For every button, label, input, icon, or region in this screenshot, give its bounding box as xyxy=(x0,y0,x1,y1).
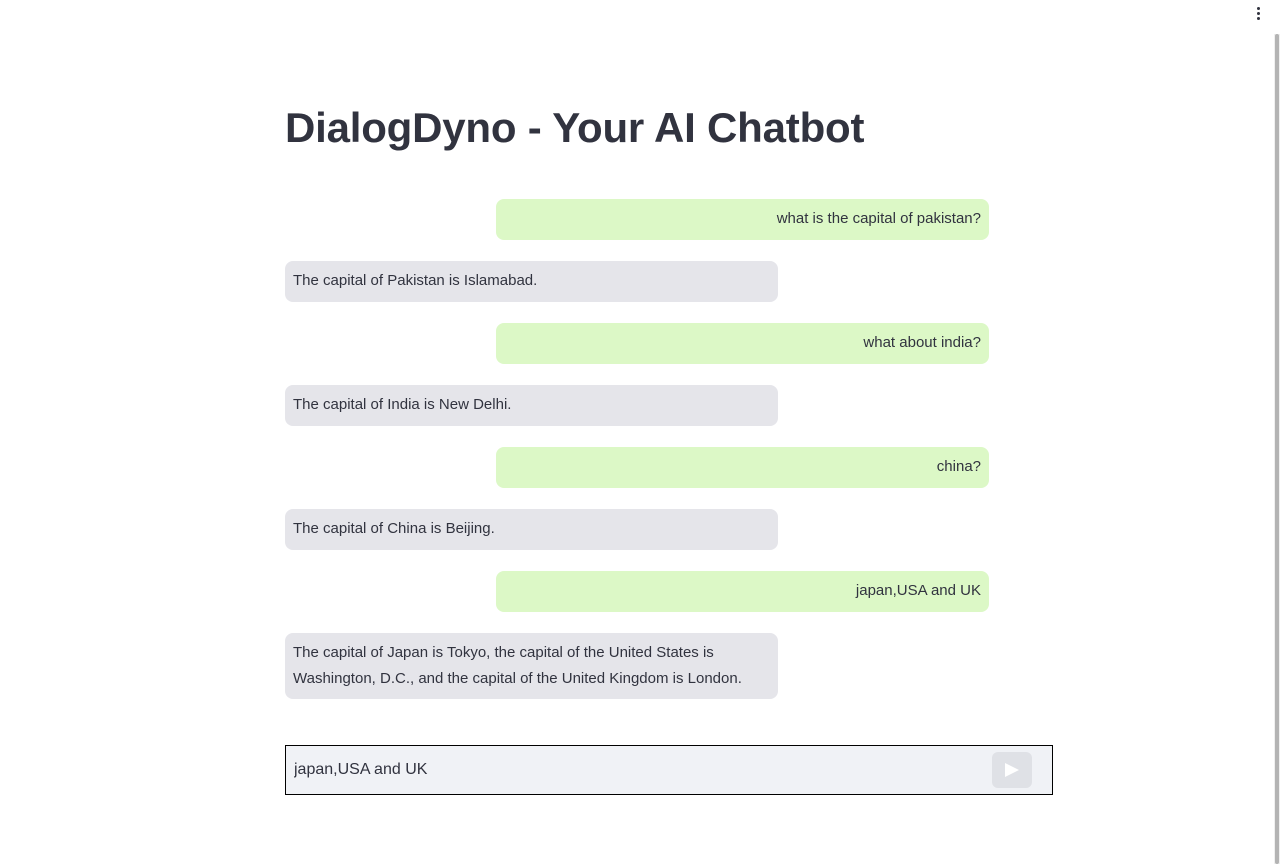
main-menu-button[interactable] xyxy=(1250,4,1266,22)
user-message: what is the capital of pakistan? xyxy=(496,199,989,240)
page-scrollbar[interactable] xyxy=(1274,34,1280,864)
scrollbar-thumb[interactable] xyxy=(1275,34,1279,864)
bot-message: The capital of Pakistan is Islamabad. xyxy=(285,261,778,302)
bot-message: The capital of Japan is Tokyo, the capit… xyxy=(285,633,778,699)
more-vertical-icon-dot xyxy=(1256,16,1260,20)
send-icon xyxy=(1005,763,1019,777)
bot-message: The capital of China is Beijing. xyxy=(285,509,778,550)
chat-messages: what is the capital of pakistan? The cap… xyxy=(285,199,1053,699)
page-title: DialogDyno - Your AI Chatbot xyxy=(285,104,865,151)
app-root: DialogDyno - Your AI Chatbot what is the… xyxy=(0,0,1280,864)
bot-message: The capital of India is New Delhi. xyxy=(285,385,778,426)
send-button[interactable] xyxy=(992,752,1032,788)
more-vertical-icon xyxy=(1256,6,1260,10)
user-message: japan,USA and UK xyxy=(496,571,989,612)
user-message: what about india? xyxy=(496,323,989,364)
more-vertical-icon-dot xyxy=(1256,11,1260,15)
chat-input-bar xyxy=(285,745,1053,795)
chat-input[interactable] xyxy=(286,746,992,794)
user-message: china? xyxy=(496,447,989,488)
